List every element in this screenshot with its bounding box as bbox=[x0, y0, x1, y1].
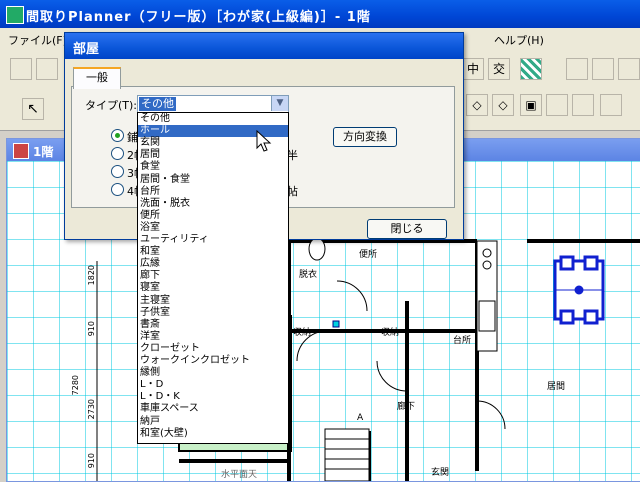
menu-help[interactable]: ヘルプ(H) bbox=[494, 32, 544, 48]
tab-general[interactable]: 一般 bbox=[73, 67, 121, 89]
label-living: 居間 bbox=[547, 382, 566, 392]
mouse-cursor-icon bbox=[256, 130, 272, 152]
furniture-tool-icon-1[interactable] bbox=[572, 94, 594, 116]
label-entrance: 玄関 bbox=[431, 468, 450, 478]
toolbar-button-4[interactable] bbox=[592, 58, 614, 80]
cube-tool-icon-1[interactable]: ◇ bbox=[466, 94, 488, 116]
dropdown-option[interactable]: 広縁 bbox=[138, 258, 288, 270]
dropdown-option[interactable]: 子供室 bbox=[138, 307, 288, 319]
dropdown-option[interactable]: 和室(大壁) bbox=[138, 428, 288, 440]
radio-option-2[interactable] bbox=[111, 147, 124, 160]
dropdown-option[interactable]: 洗面・脱衣 bbox=[138, 198, 288, 210]
dropdown-option[interactable]: 主寝室 bbox=[138, 295, 288, 307]
close-button[interactable]: 閉じる bbox=[367, 219, 447, 239]
toolbar-button-5[interactable] bbox=[618, 58, 640, 80]
type-select-value: その他 bbox=[139, 97, 176, 111]
label-storage-1: 収納 bbox=[293, 328, 312, 338]
type-dropdown-list[interactable]: その他 ホール 玄関 居間 食堂 居間・食堂 台所 洗面・脱衣 便所 浴室 ユーティリティ 和室 広縁廊… bbox=[137, 112, 289, 444]
dropdown-option[interactable]: 廊下 bbox=[138, 270, 288, 282]
label-storage-2: 収納 bbox=[381, 328, 400, 338]
dropdown-option[interactable]: 縁側 bbox=[138, 367, 288, 379]
cube-tool-icon-2[interactable]: ◇ bbox=[492, 94, 514, 116]
pointer-tool-icon[interactable]: ↖ bbox=[22, 98, 44, 120]
toolbar-button-3[interactable] bbox=[566, 58, 588, 80]
menu-file[interactable]: ファイル(F) bbox=[8, 32, 67, 48]
type-label: タイプ(T): bbox=[85, 99, 138, 112]
toolbar-button-1[interactable] bbox=[10, 58, 32, 80]
dropdown-option[interactable]: 便所 bbox=[138, 210, 288, 222]
dropdown-option[interactable]: 寝室 bbox=[138, 282, 288, 294]
label-stair-mark: A bbox=[357, 413, 364, 423]
dropdown-option[interactable]: 納戸 bbox=[138, 416, 288, 428]
dropdown-option[interactable]: ウォークインクロゼット bbox=[138, 355, 288, 367]
app-title-bar[interactable]: 間取りPlanner（フリー版）［わが家(上級編)］- 1階 bbox=[0, 0, 640, 28]
radio-option-4[interactable] bbox=[111, 183, 124, 196]
dropdown-option[interactable]: L・D・K bbox=[138, 391, 288, 403]
dropdown-option[interactable]: 車庫スペース bbox=[138, 403, 288, 415]
dropdown-option[interactable]: 台所 bbox=[138, 186, 288, 198]
tool-icon-4[interactable] bbox=[546, 94, 568, 116]
dropdown-option[interactable]: 居間・食堂 bbox=[138, 174, 288, 186]
middle-button[interactable]: 中 bbox=[462, 58, 484, 80]
dialog-title: 部屋 bbox=[73, 42, 100, 57]
dropdown-option[interactable]: クローゼット bbox=[138, 343, 288, 355]
dropdown-option[interactable]: 書斎 bbox=[138, 319, 288, 331]
app-title: 間取りPlanner（フリー版）［わが家(上級編)］- 1階 bbox=[26, 10, 371, 25]
dialog-title-bar[interactable]: 部屋 bbox=[65, 33, 463, 59]
dropdown-option[interactable]: 食堂 bbox=[138, 161, 288, 173]
dropdown-option[interactable]: 和室 bbox=[138, 246, 288, 258]
direction-change-button[interactable]: 方向変換 bbox=[333, 127, 397, 147]
furniture-tool-icon-2[interactable] bbox=[600, 94, 622, 116]
radio-option-1[interactable] bbox=[111, 129, 124, 142]
dropdown-option[interactable]: 浴室 bbox=[138, 222, 288, 234]
chevron-down-icon[interactable]: ▼ bbox=[271, 96, 288, 111]
cross-button[interactable]: 交 bbox=[488, 58, 510, 80]
dimension-910-b: 910 bbox=[87, 453, 96, 469]
dropdown-option[interactable]: ユーティリティ bbox=[138, 234, 288, 246]
grid-icon[interactable] bbox=[520, 58, 542, 80]
app-icon bbox=[6, 6, 24, 24]
dimension-910: 910 bbox=[87, 321, 96, 337]
dimension-7280: 7280 bbox=[71, 375, 80, 396]
label-toilet: 便所 bbox=[359, 250, 378, 260]
frame-tool-icon[interactable]: ▣ bbox=[520, 94, 542, 116]
dropdown-option[interactable]: その他 bbox=[138, 113, 288, 125]
dimension-1820: 1820 bbox=[87, 265, 96, 286]
dropdown-option[interactable]: L・D bbox=[138, 379, 288, 391]
toolbar-button-2[interactable] bbox=[36, 58, 58, 80]
label-dressing: 脱衣 bbox=[299, 270, 318, 280]
label-kitchen: 台所 bbox=[453, 336, 472, 346]
dimension-2730: 2730 bbox=[87, 399, 96, 420]
radio-option-3[interactable] bbox=[111, 165, 124, 178]
document-title: 1階 bbox=[33, 145, 54, 159]
document-icon bbox=[13, 143, 29, 159]
label-bottom: 水平面天 bbox=[221, 470, 258, 480]
dropdown-option[interactable]: 洋室 bbox=[138, 331, 288, 343]
dining-table-furniture bbox=[553, 255, 605, 325]
label-hallway: 廊下 bbox=[397, 402, 416, 412]
